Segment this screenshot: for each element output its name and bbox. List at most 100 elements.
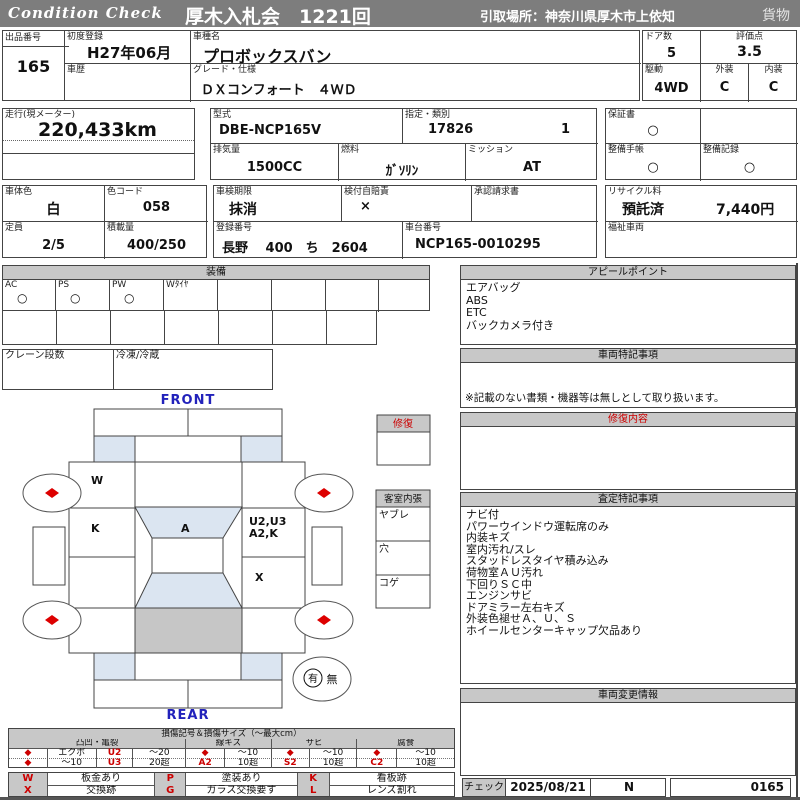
legend-group: サビ [272,739,358,748]
category-label: 貨物 [762,8,790,24]
mark-right-door-2: A2,K [249,527,278,540]
exhibit-no-label: 出品番号 [3,32,69,47]
capacity-value: 2/5 [42,238,65,253]
inspection-value: 抹消 [229,202,257,218]
displacement-value: 1500CC [246,160,303,175]
equipment-item-value: ○ [70,291,81,305]
recycle-status: 預託済 [622,202,664,218]
equipment-item-value: ○ [124,291,135,305]
fuel-value: ｶﾞｿﾘﾝ [385,164,419,179]
legend-code: A2 [186,758,226,768]
legend-symbol: ◆ [272,748,310,758]
first-reg-value: H27年06月 [87,44,172,62]
recycle-table: リサイクル料 預託済 7,440円 福祉車両 [605,185,798,258]
maintenance-book-label: 整備手帳 [608,145,645,155]
class-no: 17826 [428,122,474,137]
car-damage-diagram: FRONT REAR W K A U2,U3 A2,K X 有 無 修復 客室内… [22,393,431,723]
mission-value: AT [523,160,541,175]
legend-cell: ～10 [415,748,436,758]
equipment-item-label: PW [112,280,127,290]
vehicle-notes-title: 車両特記事項 [461,349,795,363]
spare-no: 無 [327,672,338,686]
reg-no-value: 長野 400 ち 2604 [222,241,368,256]
equipment-item-value: ○ [17,291,28,305]
cabin-row-label: コゲ [379,577,399,589]
documents-table: 保証書 ○ 整備手帳 ○ 整備記録 ○ [605,108,798,181]
change-info-title: 車両変更情報 [461,689,795,703]
appeal-item: ABS [466,293,488,307]
body-color-value: 白 [46,202,61,218]
page-right-border [796,263,798,797]
body-color-label: 車体色 [5,187,33,197]
rear-window [134,572,243,609]
drive-value: 4WD [654,81,689,96]
code-letter: G [155,785,187,796]
mark-right-rear: X [255,571,264,584]
maintenance-record-label: 整備記録 [703,145,740,155]
score-label: 評価点 [735,32,763,42]
first-reg-label: 初度登録 [67,32,104,42]
code-letter: L [297,785,330,796]
assessment-panel: 査定特記事項 ナビ付 パワーウインドウ運転席のみ 内装キズ 室内汚れ/スレ スタ… [460,492,796,684]
code-letter: W [9,773,48,785]
inspection-label: 車検期限 [216,187,253,197]
equipment-table: 装備 AC ○ PS ○ PW ○ Wﾀｲﾔ [2,265,430,312]
mileage-box: 走行(現メーター) 220,433km [2,108,195,180]
equipment-row2 [2,310,377,345]
interior-label: 内装 [764,65,783,75]
legend-symbol: ◆ [9,748,48,758]
assessment-item: エンジンサビ [466,589,532,603]
damage-legend-table: 損傷記号＆損傷サイズ（～最大cm） 凸凹・亀裂 線キズ サビ 腐食 ◆ エクボ … [8,728,455,768]
welfare-label: 福祉車両 [608,223,645,233]
legend-group: 線キズ [186,739,272,748]
grade-label: グレード・仕様 [193,65,257,75]
legend-group: 腐食 [397,739,415,748]
class-no2: 1 [561,122,571,137]
check-number: 0165 [750,780,784,794]
legend-cell: ～10 [310,748,358,758]
code-desc: レンズ割れ [366,785,417,796]
reg-no-label: 登録番号 [216,223,253,233]
doors-label: ドア数 [645,32,673,42]
code-desc: 看板跡 [376,773,407,784]
mark-windshield: A [181,522,190,535]
front-label: FRONT [161,393,216,408]
model-code-label: 型式 [213,110,232,120]
class-label: 指定・類別 [405,110,451,120]
front-corner-left [93,435,136,463]
legend-cell: 10超 [225,758,272,768]
legend-title: 損傷記号＆損傷サイズ（～最大cm） [161,729,302,739]
rear-corner-left [93,652,136,681]
code-letter: P [155,773,187,785]
mileage-value: 220,433km [38,119,157,141]
code-desc: ガラス交換要す [186,785,298,796]
color-code-label: 色コード [107,187,144,197]
mission-label: ミッション [468,145,514,155]
crane-label: クレーン段数 [5,350,65,361]
legend-cell: 10超 [310,758,358,768]
model-name-label: 車種名 [193,32,221,42]
change-info-panel: 車両変更情報 [460,688,796,776]
color-table: 車体色 白 色コード 058 定員 2/5 積載量 400/250 [2,185,208,259]
notes-footnote: ※記載のない書類・機器等は無しとして取り扱います。 [465,392,725,404]
spec-table: 型式 DBE-NCP165V 指定・類別 17826 1 排気量 1500CC … [210,108,598,181]
mark-left-door: K [91,522,100,535]
front-corner-right [240,435,283,463]
cargo-area [134,607,243,654]
legend-symbol: ◆ [186,748,226,758]
legend-cell: 20超 [133,758,187,768]
recycle-fee: 7,440円 [716,202,775,218]
chassis-label: 車台番号 [405,223,442,233]
fuel-label: 燃料 [341,145,360,155]
code-desc: 板金あり [48,773,156,785]
legend-cell: 10超 [415,758,436,768]
repair-detail-panel: 修復内容 [460,412,796,490]
maintenance-record-value: ○ [743,160,756,175]
chassis-value: NCP165-0010295 [415,237,541,252]
vehicle-notes-panel: 車両特記事項 ※記載のない書類・機器等は無しとして取り扱います。 [460,348,796,408]
legend-symbol: ◆ [9,758,48,768]
insurance-value: × [360,199,371,214]
model-code-value: DBE-NCP165V [219,123,322,138]
history-label: 車歴 [67,65,86,75]
mark-left-fender: W [91,474,103,487]
